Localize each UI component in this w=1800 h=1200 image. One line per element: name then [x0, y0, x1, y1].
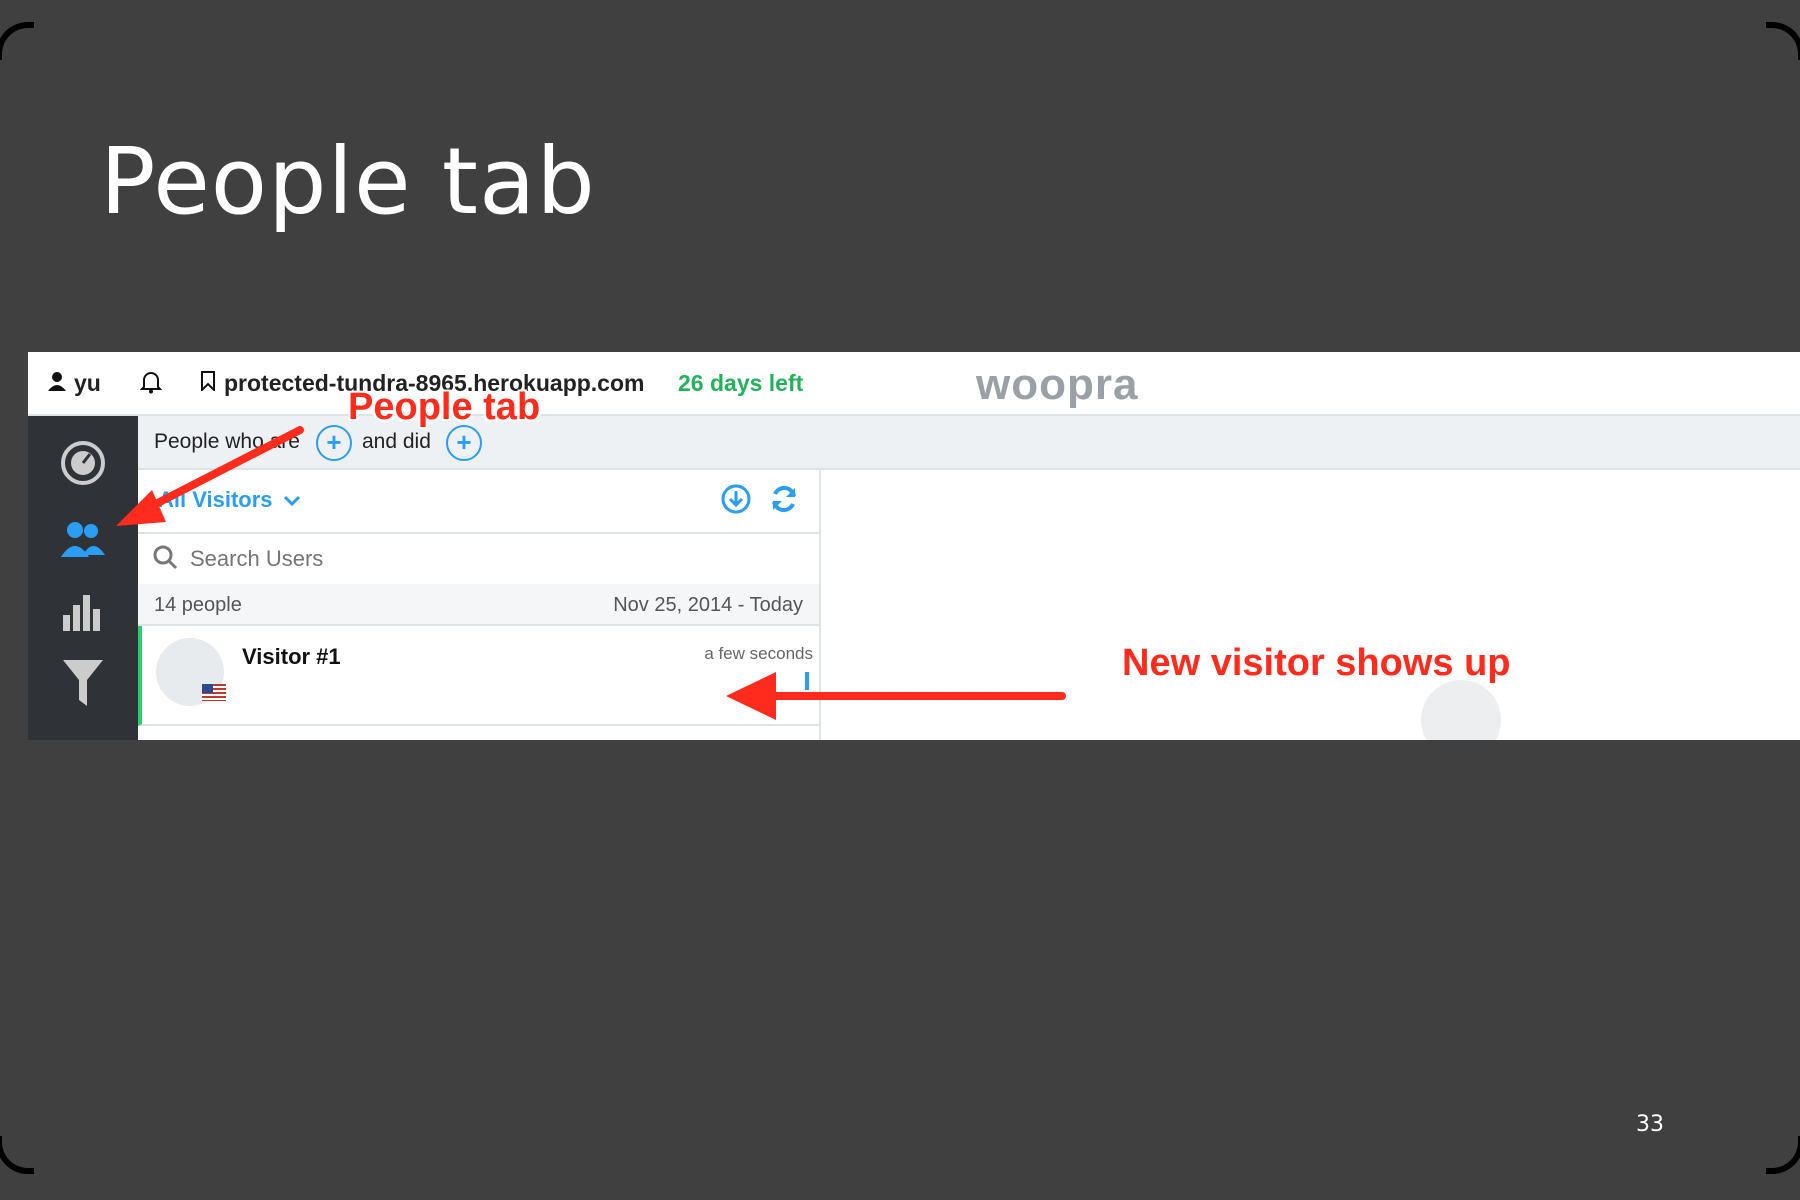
funnel-icon[interactable]: [58, 658, 108, 708]
people-tab-annotation: People tab: [348, 386, 541, 428]
slide-title: People tab: [100, 128, 596, 235]
visitor-last-seen: a few seconds: [704, 644, 813, 663]
segment-selector[interactable]: All Visitors: [158, 470, 301, 530]
refresh-icon[interactable]: [769, 484, 799, 519]
search-bar: [138, 532, 819, 586]
dashboard-icon[interactable]: [58, 438, 108, 488]
analytics-icon[interactable]: [58, 586, 108, 636]
people-count: 14 people: [154, 594, 242, 616]
notifications-button[interactable]: [139, 370, 163, 400]
us-flag-icon: [202, 684, 226, 701]
page-number: 33: [1636, 1112, 1664, 1137]
chevron-down-icon: [283, 487, 301, 513]
activity-sparkline: [805, 672, 809, 690]
filter-prefix: People who are: [154, 430, 300, 453]
app-screenshot: yu protected-tundra-8965.herokuapp.com 2…: [28, 352, 1800, 740]
add-action-filter-button[interactable]: +: [446, 425, 482, 461]
date-range[interactable]: Nov 25, 2014 - Today: [613, 594, 803, 617]
search-icon: [152, 544, 178, 575]
sidebar: [28, 416, 138, 740]
list-actions: [721, 484, 799, 519]
bookmark-icon: [200, 370, 216, 397]
slide-corner-top-left: [0, 22, 34, 60]
search-users-input[interactable]: [188, 545, 692, 573]
user-name: yu: [74, 370, 101, 396]
add-property-filter-button[interactable]: +: [316, 425, 352, 461]
visitor-detail-panel: [821, 470, 1800, 740]
trial-status: 26 days left: [678, 370, 804, 396]
woopra-logo: woopra: [976, 360, 1139, 409]
new-visitor-annotation: New visitor shows up: [1122, 642, 1511, 684]
visitor-list-item[interactable]: Visitor #1 a few seconds: [138, 626, 823, 726]
slide-corner-top-right: [1766, 22, 1800, 60]
segment-label: All Visitors: [158, 487, 273, 512]
visitor-name: Visitor #1: [242, 644, 341, 669]
people-list-panel: All Visitors 14 people Nov 25, 2014 - To…: [138, 470, 823, 740]
slide-corner-bottom-right: [1766, 1136, 1800, 1174]
people-tab-icon[interactable]: [58, 514, 108, 564]
user-icon: [48, 370, 66, 397]
slide-corner-bottom-left: [0, 1136, 34, 1174]
list-summary: 14 people Nov 25, 2014 - Today: [138, 584, 819, 626]
filter-conjunction: and did: [362, 430, 431, 453]
detail-avatar-placeholder: [1421, 680, 1501, 740]
download-icon[interactable]: [721, 484, 751, 519]
user-menu[interactable]: yu: [48, 370, 101, 397]
top-bar: yu protected-tundra-8965.herokuapp.com 2…: [28, 352, 1800, 416]
bell-icon: [139, 370, 163, 400]
